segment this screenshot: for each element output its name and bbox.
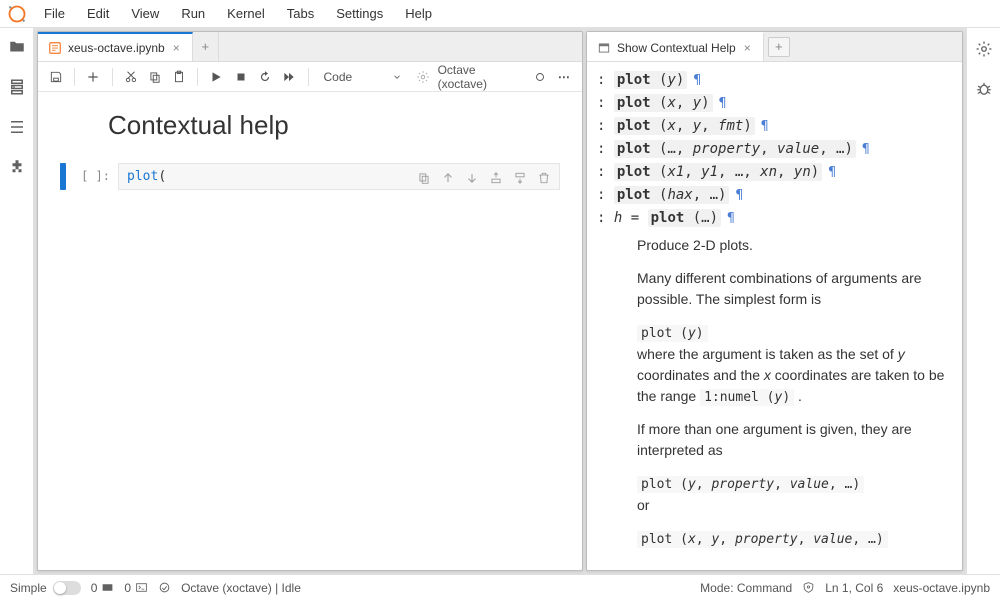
pilcrow-icon[interactable]: ¶ bbox=[735, 188, 743, 203]
help-panel: Show Contextual Help × + : plot (y)¶: pl… bbox=[586, 31, 963, 571]
cursor-position[interactable]: Ln 1, Col 6 bbox=[825, 581, 883, 595]
run-button[interactable] bbox=[206, 66, 226, 88]
cell-type-label: Code bbox=[324, 70, 353, 84]
toc-icon[interactable] bbox=[8, 118, 26, 136]
kernel-settings-button[interactable] bbox=[413, 66, 433, 88]
kernel-status[interactable]: Octave (xoctave) | Idle bbox=[181, 581, 301, 595]
menu-settings[interactable]: Settings bbox=[326, 2, 393, 25]
duplicate-cell-button[interactable] bbox=[413, 167, 435, 189]
markdown-heading[interactable]: Contextual help bbox=[108, 110, 560, 141]
add-tab-button[interactable]: + bbox=[768, 37, 790, 57]
menu-tabs[interactable]: Tabs bbox=[277, 2, 324, 25]
switch-icon bbox=[53, 581, 81, 595]
insert-above-button[interactable] bbox=[485, 167, 507, 189]
menu-kernel[interactable]: Kernel bbox=[217, 2, 275, 25]
menu-run[interactable]: Run bbox=[171, 2, 215, 25]
status-bar: Simple 0 0 Octave (xoctave) | Idle Mode:… bbox=[0, 574, 1000, 600]
copy-button[interactable] bbox=[145, 66, 165, 88]
function-signature: : h = plot (…)¶ bbox=[597, 208, 952, 229]
insert-cell-button[interactable] bbox=[83, 66, 103, 88]
left-sidebar bbox=[0, 28, 34, 574]
pilcrow-icon[interactable]: ¶ bbox=[727, 211, 735, 226]
paste-button[interactable] bbox=[169, 66, 189, 88]
code-editor: plot( bbox=[118, 163, 560, 190]
function-signature: : plot (…, property, value, …)¶ bbox=[597, 139, 952, 160]
notebook-tab[interactable]: xeus-octave.ipynb × bbox=[38, 32, 193, 61]
save-button[interactable] bbox=[46, 66, 66, 88]
chevron-down-icon bbox=[392, 72, 402, 82]
function-signature: : plot (hax, …)¶ bbox=[597, 185, 952, 206]
code-cell[interactable]: [ ]: plot( bbox=[60, 163, 560, 190]
simple-mode-toggle[interactable]: Simple bbox=[10, 581, 81, 595]
running-icon[interactable] bbox=[8, 78, 26, 96]
menu-view[interactable]: View bbox=[121, 2, 169, 25]
cut-button[interactable] bbox=[120, 66, 140, 88]
mode-indicator[interactable]: Mode: Command bbox=[700, 581, 792, 595]
function-signature: : plot (x, y, fmt)¶ bbox=[597, 116, 952, 137]
cell-prompt: [ ]: bbox=[72, 163, 118, 183]
pilcrow-icon[interactable]: ¶ bbox=[828, 165, 836, 180]
open-tabs-count[interactable]: 0 bbox=[91, 581, 115, 595]
restart-button[interactable] bbox=[255, 66, 275, 88]
function-signature: : plot (y)¶ bbox=[597, 70, 952, 91]
notification-icon[interactable] bbox=[158, 581, 171, 594]
pilcrow-icon[interactable]: ¶ bbox=[862, 142, 870, 157]
notebook-panel: xeus-octave.ipynb × + C bbox=[37, 31, 583, 571]
help-tab[interactable]: Show Contextual Help × bbox=[587, 32, 764, 61]
fast-forward-button[interactable] bbox=[279, 66, 299, 88]
add-tab-button[interactable]: + bbox=[193, 32, 219, 61]
move-up-button[interactable] bbox=[437, 167, 459, 189]
delete-cell-button[interactable] bbox=[533, 167, 555, 189]
jupyter-logo[interactable] bbox=[0, 4, 34, 24]
more-button[interactable]: ⋯ bbox=[554, 66, 574, 88]
folder-icon[interactable] bbox=[8, 38, 26, 56]
bug-icon[interactable] bbox=[975, 80, 993, 98]
stop-button[interactable] bbox=[231, 66, 251, 88]
close-icon[interactable]: × bbox=[742, 41, 753, 55]
gear-icon[interactable] bbox=[975, 40, 993, 58]
function-signature: : plot (x1, y1, …, xn, yn)¶ bbox=[597, 162, 952, 183]
cell-active-indicator bbox=[60, 163, 66, 190]
menu-bar: FileEditViewRunKernelTabsSettingsHelp bbox=[34, 2, 442, 25]
notebook-tab-label: xeus-octave.ipynb bbox=[68, 41, 165, 55]
move-down-button[interactable] bbox=[461, 167, 483, 189]
close-icon[interactable]: × bbox=[171, 41, 182, 55]
notebook-toolbar: Code Octave (xoctave) ⋯ bbox=[38, 62, 582, 92]
menu-edit[interactable]: Edit bbox=[77, 2, 119, 25]
kernel-name[interactable]: Octave (xoctave) bbox=[438, 63, 526, 91]
pilcrow-icon[interactable]: ¶ bbox=[761, 119, 769, 134]
pilcrow-icon[interactable]: ¶ bbox=[693, 73, 701, 88]
insert-below-button[interactable] bbox=[509, 167, 531, 189]
help-text-body: Produce 2-D plots.Many different combina… bbox=[597, 235, 952, 549]
menu-file[interactable]: File bbox=[34, 2, 75, 25]
function-signature: : plot (x, y)¶ bbox=[597, 93, 952, 114]
cell-type-select[interactable]: Code bbox=[317, 69, 410, 85]
kernel-status-icon[interactable] bbox=[529, 66, 549, 88]
help-tab-label: Show Contextual Help bbox=[617, 41, 736, 55]
help-content[interactable]: : plot (y)¶: plot (x, y)¶: plot (x, y, f… bbox=[587, 62, 962, 570]
trusted-icon[interactable] bbox=[802, 581, 815, 594]
terminals-count[interactable]: 0 bbox=[124, 581, 148, 595]
pilcrow-icon[interactable]: ¶ bbox=[719, 96, 727, 111]
current-file[interactable]: xeus-octave.ipynb bbox=[893, 581, 990, 595]
right-sidebar bbox=[966, 28, 1000, 574]
extension-icon[interactable] bbox=[8, 158, 26, 176]
menu-help[interactable]: Help bbox=[395, 2, 442, 25]
